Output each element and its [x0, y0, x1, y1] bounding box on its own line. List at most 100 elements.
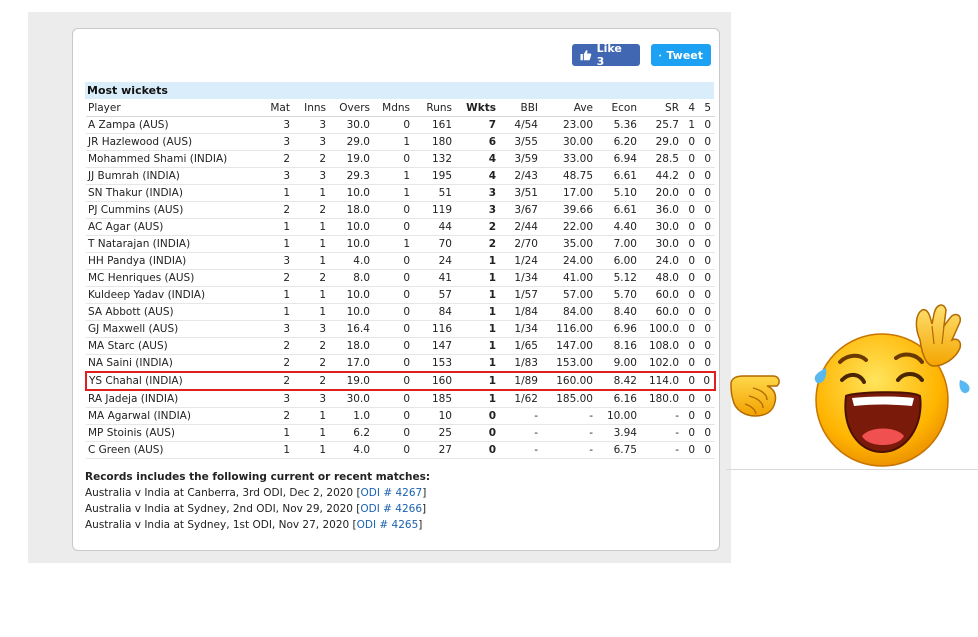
stat-cell: 84 [414, 303, 456, 321]
table-row: YS Chahal (INDIA) 2 2 19.0 0 160 1 1/89 160.00 8.… [85, 371, 716, 391]
stat-cell: 6.00 [597, 252, 641, 270]
stat-cell: 180 [414, 133, 456, 151]
stat-cell: 0 [374, 390, 414, 408]
stat-cell: 51 [414, 184, 456, 202]
stat-cell: 29.0 [330, 133, 374, 151]
column-header: Wkts [456, 99, 500, 117]
stat-cell: 3 [294, 320, 330, 338]
stat-cell: 1 [294, 303, 330, 321]
stat-cell: 0 [374, 320, 414, 338]
stat-cell: 3 [294, 167, 330, 185]
column-header: BBI [500, 99, 542, 117]
tweet-label: Tweet [666, 48, 703, 62]
stat-cell: 1 [294, 235, 330, 253]
odi-match-link[interactable]: ODI # 4266 [360, 503, 422, 515]
stat-cell: 36.0 [641, 201, 683, 219]
stat-cell: 0 [374, 337, 414, 355]
stat-cell: 41.00 [542, 269, 597, 287]
player-name-cell: JJ Bumrah (INDIA) [86, 167, 258, 185]
stat-cell: 1 [456, 320, 500, 338]
stat-cell: 160.00 [542, 371, 597, 391]
stat-cell: 10.0 [330, 303, 374, 321]
stat-cell: 1/89 [500, 371, 542, 391]
stat-cell: 1 [294, 286, 330, 304]
stat-cell: 70 [414, 235, 456, 253]
stat-cell: 17.0 [330, 354, 374, 373]
stat-cell: 30.0 [330, 116, 374, 134]
player-name-cell: C Green (AUS) [86, 441, 258, 459]
stat-cell: 1/84 [500, 303, 542, 321]
column-header: Mdns [374, 99, 414, 117]
stat-cell: 6.61 [597, 201, 641, 219]
stat-cell: 60.0 [641, 303, 683, 321]
stat-cell: 2 [294, 371, 330, 391]
player-name-cell: RA Jadeja (INDIA) [86, 390, 258, 408]
stat-cell: 3 [294, 116, 330, 134]
stat-cell: 0 [683, 218, 699, 236]
stat-cell: 3 [258, 320, 294, 338]
stat-cell: 0 [699, 441, 715, 459]
stat-cell: 0 [374, 354, 414, 373]
record-match-text: Australia v India at Sydney, 2nd ODI, No… [85, 503, 353, 515]
player-name-cell: JR Hazlewood (AUS) [86, 133, 258, 151]
stat-cell: 3.94 [597, 424, 641, 442]
stat-cell: 2/44 [500, 218, 542, 236]
stat-cell: 84.00 [542, 303, 597, 321]
stat-cell: 147 [414, 337, 456, 355]
stat-cell: 0 [374, 286, 414, 304]
stat-cell: 24 [414, 252, 456, 270]
stat-cell: 0 [699, 218, 715, 236]
stat-cell: 1 [258, 303, 294, 321]
most-wickets-section: Most wickets Player Mat Inns Overs Mdns Runs W… [85, 82, 716, 459]
stat-cell: 0 [456, 407, 500, 425]
stat-cell: 1 [258, 235, 294, 253]
stat-cell: 1.0 [330, 407, 374, 425]
odi-match-link[interactable]: ODI # 4267 [361, 487, 423, 499]
player-name-cell: A Zampa (AUS) [86, 116, 258, 134]
tweet-button[interactable]: Tweet [651, 44, 711, 66]
stat-cell: 185.00 [542, 390, 597, 408]
player-name-cell: GJ Maxwell (AUS) [86, 320, 258, 338]
odi-match-link[interactable]: ODI # 4265 [357, 519, 419, 531]
stat-cell: 2 [294, 354, 330, 373]
table-row: MC Henriques (AUS) 2 2 8.0 0 41 1 1/34 41.00 5.12… [86, 269, 715, 287]
stat-cell: 16.4 [330, 320, 374, 338]
table-row: RA Jadeja (INDIA) 3 3 30.0 0 185 1 1/62 185.00 6.… [86, 390, 715, 408]
stat-cell: 6.61 [597, 167, 641, 185]
stat-cell: 1 [456, 269, 500, 287]
stat-cell: 0 [374, 252, 414, 270]
stat-cell: 0 [683, 354, 699, 373]
facebook-like-button[interactable]: Like 3 [572, 42, 640, 68]
stat-cell: 0 [699, 390, 715, 408]
stat-cell: 3 [258, 116, 294, 134]
stat-cell: 0 [699, 184, 715, 202]
stat-cell: 1/34 [500, 320, 542, 338]
stat-cell: 3 [456, 184, 500, 202]
stat-cell: 1 [258, 184, 294, 202]
stat-cell: 3/59 [500, 150, 542, 168]
stat-cell: 8.40 [597, 303, 641, 321]
stat-cell: 0 [683, 150, 699, 168]
stat-cell: 119 [414, 201, 456, 219]
stat-cell: 10.0 [330, 235, 374, 253]
stat-cell: 0 [699, 354, 715, 373]
stat-cell: 0 [374, 269, 414, 287]
stat-cell: 2/70 [500, 235, 542, 253]
stat-cell: 4/54 [500, 116, 542, 134]
stat-cell: 29.0 [641, 133, 683, 151]
stat-cell: 0 [374, 424, 414, 442]
stat-cell: 41 [414, 269, 456, 287]
stat-cell: 2 [294, 337, 330, 355]
stat-cell: 6.16 [597, 390, 641, 408]
stat-cell: 2 [456, 235, 500, 253]
stat-cell: 2 [258, 407, 294, 425]
stat-cell: 0 [699, 371, 716, 391]
stat-cell: 0 [699, 269, 715, 287]
stat-cell: 33.00 [542, 150, 597, 168]
like-label: Like 3 [596, 42, 622, 68]
laughing-face-emoji-icon [814, 304, 970, 467]
stat-cell: 0 [374, 371, 414, 391]
record-match-line: Australia v India at Sydney, 2nd ODI, No… [85, 503, 427, 515]
stat-cell: 2 [258, 337, 294, 355]
stat-cell: 0 [699, 201, 715, 219]
